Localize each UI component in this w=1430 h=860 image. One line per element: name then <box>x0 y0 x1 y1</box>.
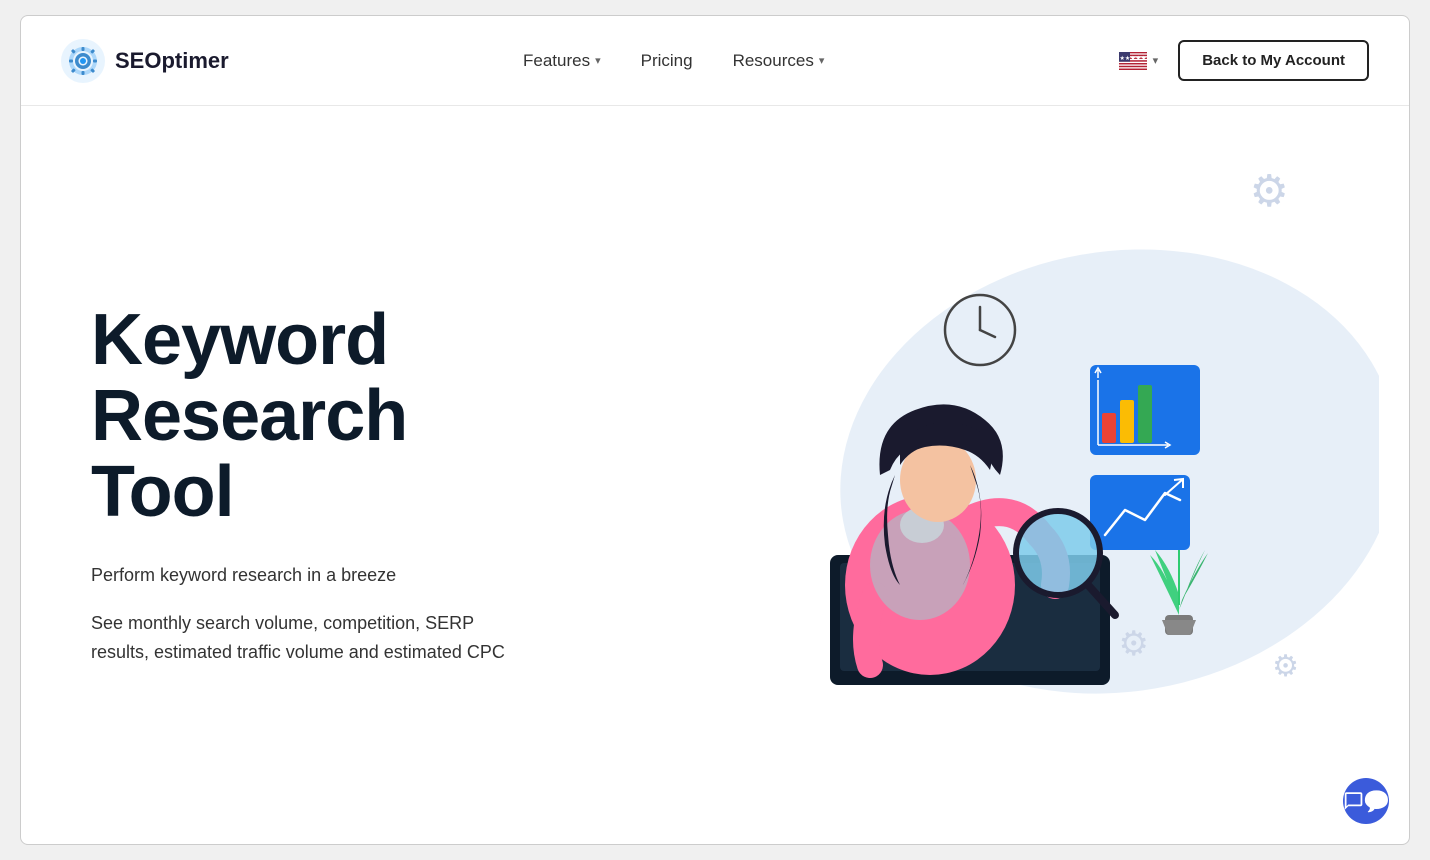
navbar: SEOptimer Features ▾ Pricing Resources ▾ <box>21 16 1409 106</box>
us-flag-icon: ★★★★★★ <box>1119 52 1147 70</box>
hero-title-line3: Tool <box>91 452 234 532</box>
hero-title-line1: Keyword <box>91 300 388 380</box>
language-selector[interactable]: ★★★★★★ ▾ <box>1119 52 1159 70</box>
chat-icon <box>1343 790 1364 812</box>
hero-title: Keyword Research Tool <box>91 303 611 530</box>
hero-left: Keyword Research Tool Perform keyword re… <box>91 283 611 666</box>
hero-title-line2: Research <box>91 379 407 455</box>
nav-links: Features ▾ Pricing Resources ▾ <box>523 51 824 71</box>
hero-illustration <box>700 235 1260 715</box>
gear-decoration-1: ⚙ <box>1250 166 1289 217</box>
gear-decoration-3: ⚙ <box>1272 649 1299 684</box>
back-to-account-button[interactable]: Back to My Account <box>1178 40 1369 81</box>
browser-frame: SEOptimer Features ▾ Pricing Resources ▾ <box>20 15 1410 845</box>
nav-pricing[interactable]: Pricing <box>641 51 693 71</box>
language-chevron-icon: ▾ <box>1153 54 1159 67</box>
hero-subtitle: Perform keyword research in a breeze <box>91 562 611 589</box>
chat-support-button[interactable] <box>1343 778 1389 824</box>
hero-description: See monthly search volume, competition, … <box>91 609 511 667</box>
resources-chevron-icon: ▾ <box>819 54 825 67</box>
logo-area[interactable]: SEOptimer <box>61 39 229 83</box>
features-chevron-icon: ▾ <box>595 54 601 67</box>
logo-icon <box>61 39 105 83</box>
svg-text:★★★★★★: ★★★★★★ <box>1119 55 1147 62</box>
hero-section: Keyword Research Tool Perform keyword re… <box>21 106 1409 844</box>
nav-resources[interactable]: Resources ▾ <box>733 51 825 71</box>
nav-right: ★★★★★★ ▾ Back to My Account <box>1119 40 1369 81</box>
logo-text: SEOptimer <box>115 48 229 74</box>
nav-features[interactable]: Features ▾ <box>523 51 601 71</box>
hero-right: ⚙ ⚙ ⚙ <box>611 106 1349 844</box>
